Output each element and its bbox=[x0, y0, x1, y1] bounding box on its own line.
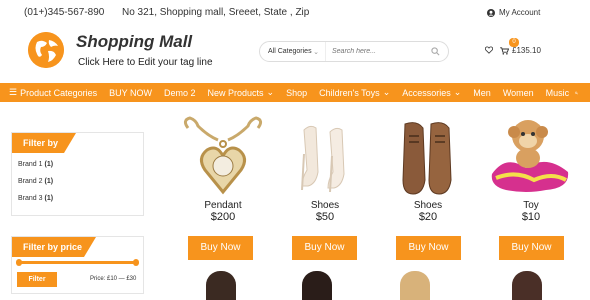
nav-item-childrens-toys[interactable]: Children's Toys ⌄ bbox=[313, 87, 396, 98]
brand-label: Brand 3 bbox=[18, 195, 43, 202]
buy-now-button[interactable]: Buy Now bbox=[292, 236, 357, 260]
menu-icon: ☰ bbox=[9, 87, 18, 97]
product-image-model[interactable] bbox=[302, 271, 332, 300]
product-price: $20 bbox=[418, 211, 438, 223]
brand-count: (1) bbox=[44, 178, 54, 185]
product-name[interactable]: Pendant bbox=[178, 200, 268, 211]
search-input[interactable] bbox=[326, 48, 422, 55]
my-account-link[interactable]: My Account bbox=[487, 8, 540, 17]
product-image-pendant[interactable] bbox=[178, 114, 268, 196]
product-price: $200 bbox=[210, 211, 236, 223]
brand-filter-item[interactable]: Brand 3 (1) bbox=[18, 195, 53, 212]
search-icon[interactable] bbox=[575, 88, 578, 98]
tagline[interactable]: Click Here to Edit your tag line bbox=[78, 57, 213, 68]
nav-item-label: Product Categories bbox=[20, 87, 98, 98]
top-bar: (01+)345-567-890 No 321, Shopping mall, … bbox=[0, 0, 590, 26]
globe-icon bbox=[28, 32, 64, 68]
price-slider-max-handle[interactable] bbox=[133, 259, 139, 266]
filter-button[interactable]: Filter bbox=[17, 272, 57, 287]
price-range-label: Price: £10 — £30 bbox=[90, 276, 137, 282]
filter-by-widget: Filter by Brand 1 (1) Brand 2 (1) Brand … bbox=[11, 132, 144, 216]
nav-item-new-products[interactable]: New Products ⌄ bbox=[201, 87, 280, 98]
widget-title: Filter by price bbox=[12, 237, 96, 257]
cart-icon bbox=[500, 46, 509, 55]
nav-item-product-categories[interactable]: ☰ Product Categories bbox=[0, 87, 103, 98]
user-icon bbox=[487, 8, 495, 17]
nav-item-label: Children's Toys bbox=[319, 87, 380, 98]
my-account-label: My Account bbox=[499, 8, 541, 17]
buy-now-button[interactable]: Buy Now bbox=[396, 236, 461, 260]
chevron-down-icon: ⌄ bbox=[313, 48, 319, 56]
nav-item-music[interactable]: Music bbox=[540, 88, 576, 98]
heart-icon[interactable] bbox=[485, 46, 493, 54]
product-card: Pendant $200 Buy Now bbox=[178, 114, 268, 260]
nav-item-label: Accessories bbox=[402, 87, 451, 98]
store-address: No 321, Shopping mall, Sreeet, State , Z… bbox=[122, 7, 310, 18]
nav-item-men[interactable]: Men bbox=[467, 88, 497, 98]
nav-item-shop[interactable]: Shop bbox=[280, 88, 313, 98]
pendant-image bbox=[183, 116, 263, 195]
nav-item-demo-2[interactable]: Demo 2 bbox=[158, 88, 202, 98]
product-price: $50 bbox=[315, 211, 335, 223]
nav-item-label: Demo 2 bbox=[163, 87, 196, 98]
product-card: Shoes $50 Buy Now bbox=[280, 114, 370, 260]
heels-image bbox=[301, 125, 345, 193]
chevron-down-icon: ⌄ bbox=[266, 87, 275, 97]
category-select-value: All Categories bbox=[268, 48, 312, 55]
product-card: Toy $10 Buy Now bbox=[486, 114, 576, 260]
product-image-shoes-brown[interactable] bbox=[383, 114, 473, 196]
brand-label: Brand 1 bbox=[18, 161, 43, 168]
site-title[interactable]: Shopping Mall bbox=[76, 32, 192, 52]
product-name[interactable]: Toy bbox=[486, 200, 576, 211]
brand-filter-item[interactable]: Brand 2 (1) bbox=[18, 178, 53, 195]
product-price: $10 bbox=[521, 211, 541, 223]
monkey-toy-image bbox=[491, 120, 569, 192]
buy-now-button[interactable]: Buy Now bbox=[499, 236, 564, 260]
nav-item-label: Music bbox=[545, 87, 570, 98]
chevron-down-icon: ⌄ bbox=[453, 87, 462, 97]
cart-link[interactable]: £135.10 bbox=[500, 46, 541, 55]
buy-now-button[interactable]: Buy Now bbox=[188, 236, 253, 260]
phone-number: (01+)345-567-890 bbox=[24, 7, 105, 18]
product-image-model[interactable] bbox=[400, 271, 430, 300]
product-image-shoes-white[interactable] bbox=[280, 114, 370, 196]
product-card: Shoes $20 Buy Now bbox=[383, 114, 473, 260]
product-image-toy[interactable] bbox=[486, 114, 576, 196]
price-slider-min-handle[interactable] bbox=[16, 259, 22, 266]
brand-label: Brand 2 bbox=[18, 178, 43, 185]
filter-by-price-widget: Filter by price Filter Price: £10 — £30 bbox=[11, 236, 144, 294]
brand-count: (1) bbox=[44, 161, 54, 168]
search-icon[interactable] bbox=[431, 47, 440, 56]
product-name[interactable]: Shoes bbox=[280, 200, 370, 211]
nav-item-label: BUY NOW bbox=[109, 87, 152, 98]
brand-count: (1) bbox=[44, 195, 54, 202]
oxford-shoes-image bbox=[402, 122, 452, 195]
site-logo-globe[interactable] bbox=[28, 32, 64, 68]
nav-item-label: Men bbox=[473, 87, 491, 98]
widget-title: Filter by bbox=[12, 133, 76, 153]
nav-item-buy-now[interactable]: BUY NOW bbox=[103, 88, 158, 98]
main-nav: ☰ Product Categories BUY NOW Demo 2 New … bbox=[0, 83, 590, 102]
nav-item-label: Shop bbox=[286, 87, 308, 98]
nav-item-women[interactable]: Women bbox=[497, 88, 540, 98]
cart-total: £135.10 bbox=[512, 46, 541, 55]
product-name[interactable]: Shoes bbox=[383, 200, 473, 211]
nav-item-label: Women bbox=[502, 87, 534, 98]
price-slider[interactable] bbox=[16, 259, 139, 266]
nav-item-label: New Products bbox=[207, 87, 264, 98]
search-bar: All Categories ⌄ bbox=[259, 41, 449, 62]
category-select[interactable]: All Categories ⌄ bbox=[260, 42, 326, 61]
brand-filter-item[interactable]: Brand 1 (1) bbox=[18, 161, 53, 178]
nav-item-accessories[interactable]: Accessories ⌄ bbox=[396, 87, 467, 98]
product-image-model[interactable] bbox=[206, 271, 236, 300]
product-image-model[interactable] bbox=[512, 271, 542, 300]
chevron-down-icon: ⌄ bbox=[382, 87, 391, 97]
brand-list: Brand 1 (1) Brand 2 (1) Brand 3 (1) bbox=[18, 161, 53, 212]
